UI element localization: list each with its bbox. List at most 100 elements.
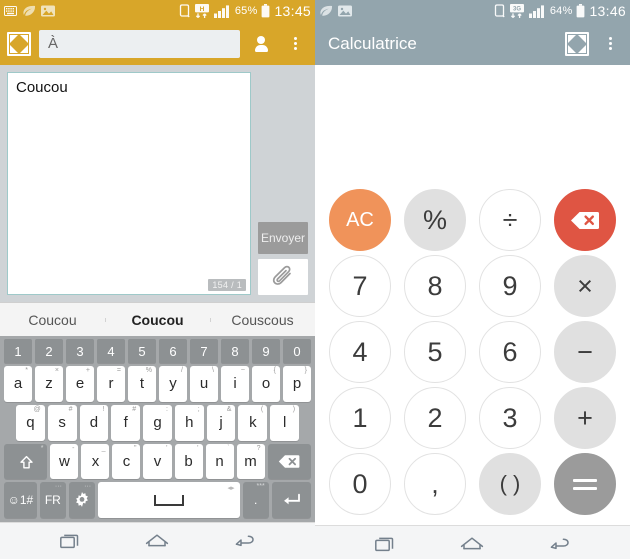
enter-key[interactable] [271, 482, 311, 518]
key-c[interactable]: " c [112, 443, 141, 480]
decimal-comma-button[interactable]: , [404, 453, 466, 515]
backspace-key[interactable] [267, 443, 311, 480]
key-s[interactable]: # s [47, 404, 77, 441]
percent-button[interactable]: % [404, 189, 466, 251]
key-i[interactable]: ~ i [221, 366, 249, 402]
back-button[interactable] [227, 528, 261, 554]
digit-7-button[interactable]: 7 [329, 255, 391, 317]
key-1[interactable]: 1 [4, 339, 32, 363]
digit-8-button[interactable]: 8 [404, 255, 466, 317]
key-n[interactable]: ` n [205, 443, 234, 480]
key-k[interactable]: (k [238, 404, 268, 441]
suggestion-item[interactable]: Coucou [0, 312, 105, 328]
backspace-button[interactable] [554, 189, 616, 251]
all-clear-button[interactable]: AC [329, 189, 391, 251]
digit-1-button[interactable]: 1 [329, 387, 391, 449]
key-5[interactable]: 5 [128, 339, 156, 363]
right-status-bar: 3G 64% 13:46 [315, 0, 630, 22]
key-h[interactable]: ; h [174, 404, 204, 441]
minus-button[interactable]: − [554, 321, 616, 383]
key-t[interactable]: % t [128, 366, 156, 402]
key-sup: : [165, 405, 168, 413]
home-button[interactable] [455, 531, 489, 557]
language-key[interactable]: ··· FR [39, 482, 66, 518]
key-m[interactable]: ? m [236, 443, 265, 480]
shift-key[interactable]: * [4, 443, 48, 480]
key-a[interactable]: * a [4, 366, 32, 402]
key-label: u [199, 375, 209, 393]
recents-button[interactable] [54, 528, 88, 554]
digit-2-button[interactable]: 2 [404, 387, 466, 449]
home-button[interactable] [140, 528, 174, 554]
key-v[interactable]: ' v [143, 443, 172, 480]
messaging-app-bar: À [0, 22, 315, 65]
key-b[interactable]: ' b [174, 443, 203, 480]
key-w[interactable]: -w [50, 443, 79, 480]
key-d[interactable]: ! d [79, 404, 109, 441]
key-6[interactable]: 6 [159, 339, 187, 363]
shrink-icon[interactable] [565, 31, 589, 56]
key-l[interactable]: ) l [270, 404, 300, 441]
space-key[interactable]: ◂▸ [98, 482, 240, 518]
key-j[interactable]: & j [206, 404, 236, 441]
key-0[interactable]: 0 [283, 339, 311, 363]
dual-window-screen: H 65% 13:45 À Coucou 154 / 1 Envoyer Cou… [0, 0, 630, 559]
recents-button[interactable] [369, 531, 403, 557]
calculator-window: 3G 64% 13:46 Calculatrice AC % ÷ 7 8 9 ×… [315, 0, 630, 559]
divide-button[interactable]: ÷ [479, 189, 541, 251]
multiply-button[interactable]: × [554, 255, 616, 317]
symbols-key[interactable]: ☺1# [4, 482, 37, 518]
contact-picker-button[interactable] [248, 29, 274, 59]
digit-4-button[interactable]: 4 [329, 321, 391, 383]
attach-button[interactable] [258, 259, 308, 295]
plus-button[interactable]: + [554, 387, 616, 449]
key-sup: ··· [84, 483, 92, 491]
key-label: f [123, 414, 128, 432]
overflow-menu-button[interactable] [282, 29, 308, 59]
back-button[interactable] [542, 531, 576, 557]
digit-3-button[interactable]: 3 [479, 387, 541, 449]
key-2[interactable]: 2 [35, 339, 63, 363]
key-g[interactable]: :g [143, 404, 172, 441]
overflow-menu-button[interactable] [597, 29, 623, 59]
calculator-display[interactable] [315, 65, 630, 185]
parenthesis-button[interactable]: ( ) [479, 453, 541, 515]
suggestion-item[interactable]: Coucou [105, 312, 210, 328]
key-e[interactable]: + e [66, 366, 94, 402]
key-z[interactable]: × z [35, 366, 63, 402]
leaf-icon [22, 5, 36, 17]
digit-0-button[interactable]: 0 [329, 453, 391, 515]
key-label: v [153, 452, 162, 470]
equals-icon [573, 478, 597, 490]
key-p[interactable]: } p [283, 366, 311, 402]
shrink-icon[interactable] [7, 31, 31, 56]
key-y[interactable]: / y [159, 366, 187, 402]
key-label: p [292, 375, 302, 393]
key-9[interactable]: 9 [252, 339, 280, 363]
key-f[interactable]: # f [111, 404, 141, 441]
digit-5-button[interactable]: 5 [404, 321, 466, 383]
settings-key[interactable]: ··· [68, 482, 96, 518]
space-bar-icon [153, 494, 184, 506]
key-4[interactable]: 4 [97, 339, 125, 363]
equals-button[interactable] [554, 453, 616, 515]
suggestion-item[interactable]: Couscous [210, 312, 315, 328]
key-o[interactable]: {o [252, 366, 280, 402]
recipient-input[interactable]: À [39, 29, 240, 58]
send-button[interactable]: Envoyer [258, 222, 308, 254]
key-8[interactable]: 8 [221, 339, 249, 363]
key-r[interactable]: = r [97, 366, 125, 402]
key-x[interactable]: _ x [81, 443, 110, 480]
key-q[interactable]: @ q [16, 404, 45, 441]
key-7[interactable]: 7 [190, 339, 218, 363]
digit-6-button[interactable]: 6 [479, 321, 541, 383]
period-key[interactable]: *** . [242, 482, 269, 518]
page-title: Calculatrice [328, 33, 417, 53]
digit-9-button[interactable]: 9 [479, 255, 541, 317]
clock-label: 13:46 [589, 3, 626, 19]
key-3[interactable]: 3 [66, 339, 94, 363]
key-u[interactable]: \ u [190, 366, 218, 402]
back-icon [550, 538, 569, 550]
key-sup: ) [292, 405, 296, 413]
message-input[interactable]: Coucou 154 / 1 [7, 72, 251, 295]
